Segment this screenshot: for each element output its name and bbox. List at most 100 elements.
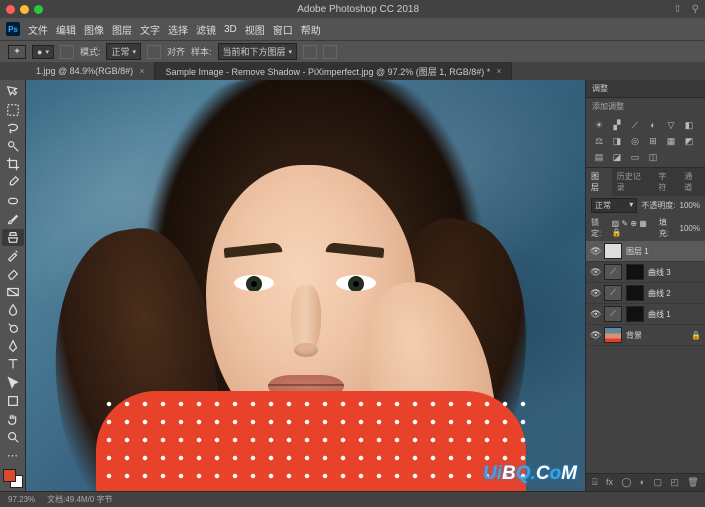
blur-tool[interactable] [2,301,24,318]
eraser-tool[interactable] [2,265,24,282]
channel-mixer-icon[interactable]: ⊞ [646,135,660,147]
history-brush-tool[interactable] [2,247,24,264]
link-layers-icon[interactable]: ⍓ [592,477,597,488]
type-tool[interactable] [2,356,24,373]
menu-select[interactable]: 选择 [168,22,188,37]
app-logo[interactable]: Ps [6,22,20,36]
spot-heal-tool[interactable] [2,192,24,209]
dodge-tool[interactable] [2,319,24,336]
layer-row[interactable]: 👁 ⟋ 曲线 2 [586,283,705,304]
mask-icon[interactable]: ◯ [621,477,631,488]
close-window-button[interactable] [6,5,15,14]
menu-layer[interactable]: 图层 [112,22,132,37]
bw-icon[interactable]: ◨ [610,135,624,147]
layer-mask-thumb[interactable] [626,285,644,301]
menu-type[interactable]: 文字 [140,22,160,37]
layer-name[interactable]: 背景 [626,330,642,341]
hand-tool[interactable] [2,410,24,427]
document-canvas[interactable]: UiBQ.CoM [26,80,585,491]
document-tab-1[interactable]: 1.jpg @ 84.9%(RGB/8#) × [26,62,155,80]
posterize-icon[interactable]: ▤ [592,151,606,163]
layer-row[interactable]: 👁 图层 1 [586,241,705,262]
sample-select[interactable]: 当前和下方图层▾ [218,43,298,60]
close-tab-icon[interactable]: × [139,66,144,76]
foreground-color[interactable] [3,469,16,482]
menu-window[interactable]: 窗口 [273,22,293,37]
visibility-icon[interactable]: 👁 [590,288,600,299]
menu-edit[interactable]: 编辑 [56,22,76,37]
eyedropper-tool[interactable] [2,174,24,191]
maximize-window-button[interactable] [34,5,43,14]
ignore-adj-icon[interactable] [303,45,317,59]
curves-icon[interactable]: ⟋ [628,119,642,131]
fx-icon[interactable]: fx [606,477,613,488]
adjustments-panel-header[interactable]: 调整 [586,80,705,98]
layer-thumb[interactable]: ⟋ [604,264,622,280]
selcolor-icon[interactable]: ◫ [646,151,660,163]
layer-row[interactable]: 👁 ⟋ 曲线 1 [586,304,705,325]
new-adj-icon[interactable]: ◐ [640,477,645,488]
aligned-checkbox[interactable] [147,45,161,59]
threshold-icon[interactable]: ◪ [610,151,624,163]
layer-thumb[interactable]: ⟋ [604,306,622,322]
clone-stamp-tool[interactable] [2,229,24,246]
gradient-tool[interactable] [2,283,24,300]
hue-icon[interactable]: ◧ [682,119,696,131]
opacity-value[interactable]: 100% [680,201,700,210]
tab-history[interactable]: 历史记录 [612,168,654,196]
search-icon[interactable]: ⚲ [692,4,699,15]
share-icon[interactable]: ⇧ [673,4,681,15]
zoom-level[interactable]: 97.23% [8,495,35,504]
layer-row[interactable]: 👁 背景 🔒 [586,325,705,346]
layer-thumb[interactable] [604,327,622,343]
pen-tool[interactable] [2,338,24,355]
visibility-icon[interactable]: 👁 [590,246,600,257]
visibility-icon[interactable]: 👁 [590,330,600,341]
invert-icon[interactable]: ◩ [682,135,696,147]
photo-filter-icon[interactable]: ◎ [628,135,642,147]
vibrance-icon[interactable]: ▽ [664,119,678,131]
layer-thumb[interactable] [604,243,622,259]
brush-preset-picker[interactable]: ●▾ [32,45,54,59]
quick-select-tool[interactable] [2,138,24,155]
layer-row[interactable]: 👁 ⟋ 曲线 3 [586,262,705,283]
document-tab-2[interactable]: Sample Image - Remove Shadow - PiXimperf… [155,62,512,80]
zoom-tool[interactable] [2,429,24,446]
exposure-icon[interactable]: ◐ [646,119,660,131]
visibility-icon[interactable]: 👁 [590,267,600,278]
layer-mask-thumb[interactable] [626,264,644,280]
new-group-icon[interactable]: ▢ [654,477,663,488]
lookup-icon[interactable]: ▦ [664,135,678,147]
tab-layers[interactable]: 图层 [586,168,612,196]
menu-file[interactable]: 文件 [28,22,48,37]
visibility-icon[interactable]: 👁 [590,309,600,320]
new-layer-icon[interactable]: ◰ [670,477,679,488]
menu-3d[interactable]: 3D [224,24,237,35]
fill-value[interactable]: 100% [680,224,700,233]
brush-panel-icon[interactable] [60,45,74,59]
layer-blend-mode-select[interactable]: 正常▾ [591,198,637,213]
crop-tool[interactable] [2,156,24,173]
move-tool[interactable] [2,83,24,100]
tab-channels[interactable]: 通道 [679,168,705,196]
doc-info[interactable]: 文档:49.4M/0 字节 [47,494,112,505]
minimize-window-button[interactable] [20,5,29,14]
lock-icons[interactable]: ▨ ✎ ⊕ ▦ 🔒 [612,219,655,237]
tool-preset-icon[interactable]: ✦ [8,45,26,59]
colorbal-icon[interactable]: ⚖ [592,135,606,147]
gradmap-icon[interactable]: ▭ [628,151,642,163]
tab-char[interactable]: 字符 [653,168,679,196]
layer-name[interactable]: 曲线 1 [648,309,671,320]
pressure-icon[interactable] [323,45,337,59]
canvas-area[interactable]: UiBQ.CoM [26,80,585,491]
layer-name[interactable]: 曲线 2 [648,288,671,299]
menu-help[interactable]: 帮助 [301,22,321,37]
menu-filter[interactable]: 滤镜 [196,22,216,37]
blend-mode-select[interactable]: 正常▾ [106,43,141,60]
lasso-tool[interactable] [2,119,24,136]
layer-name[interactable]: 图层 1 [626,246,649,257]
brush-tool[interactable] [2,210,24,227]
delete-layer-icon[interactable]: 🗑 [687,477,698,488]
edit-toolbar[interactable]: ⋯ [2,447,24,464]
menu-view[interactable]: 视图 [245,22,265,37]
